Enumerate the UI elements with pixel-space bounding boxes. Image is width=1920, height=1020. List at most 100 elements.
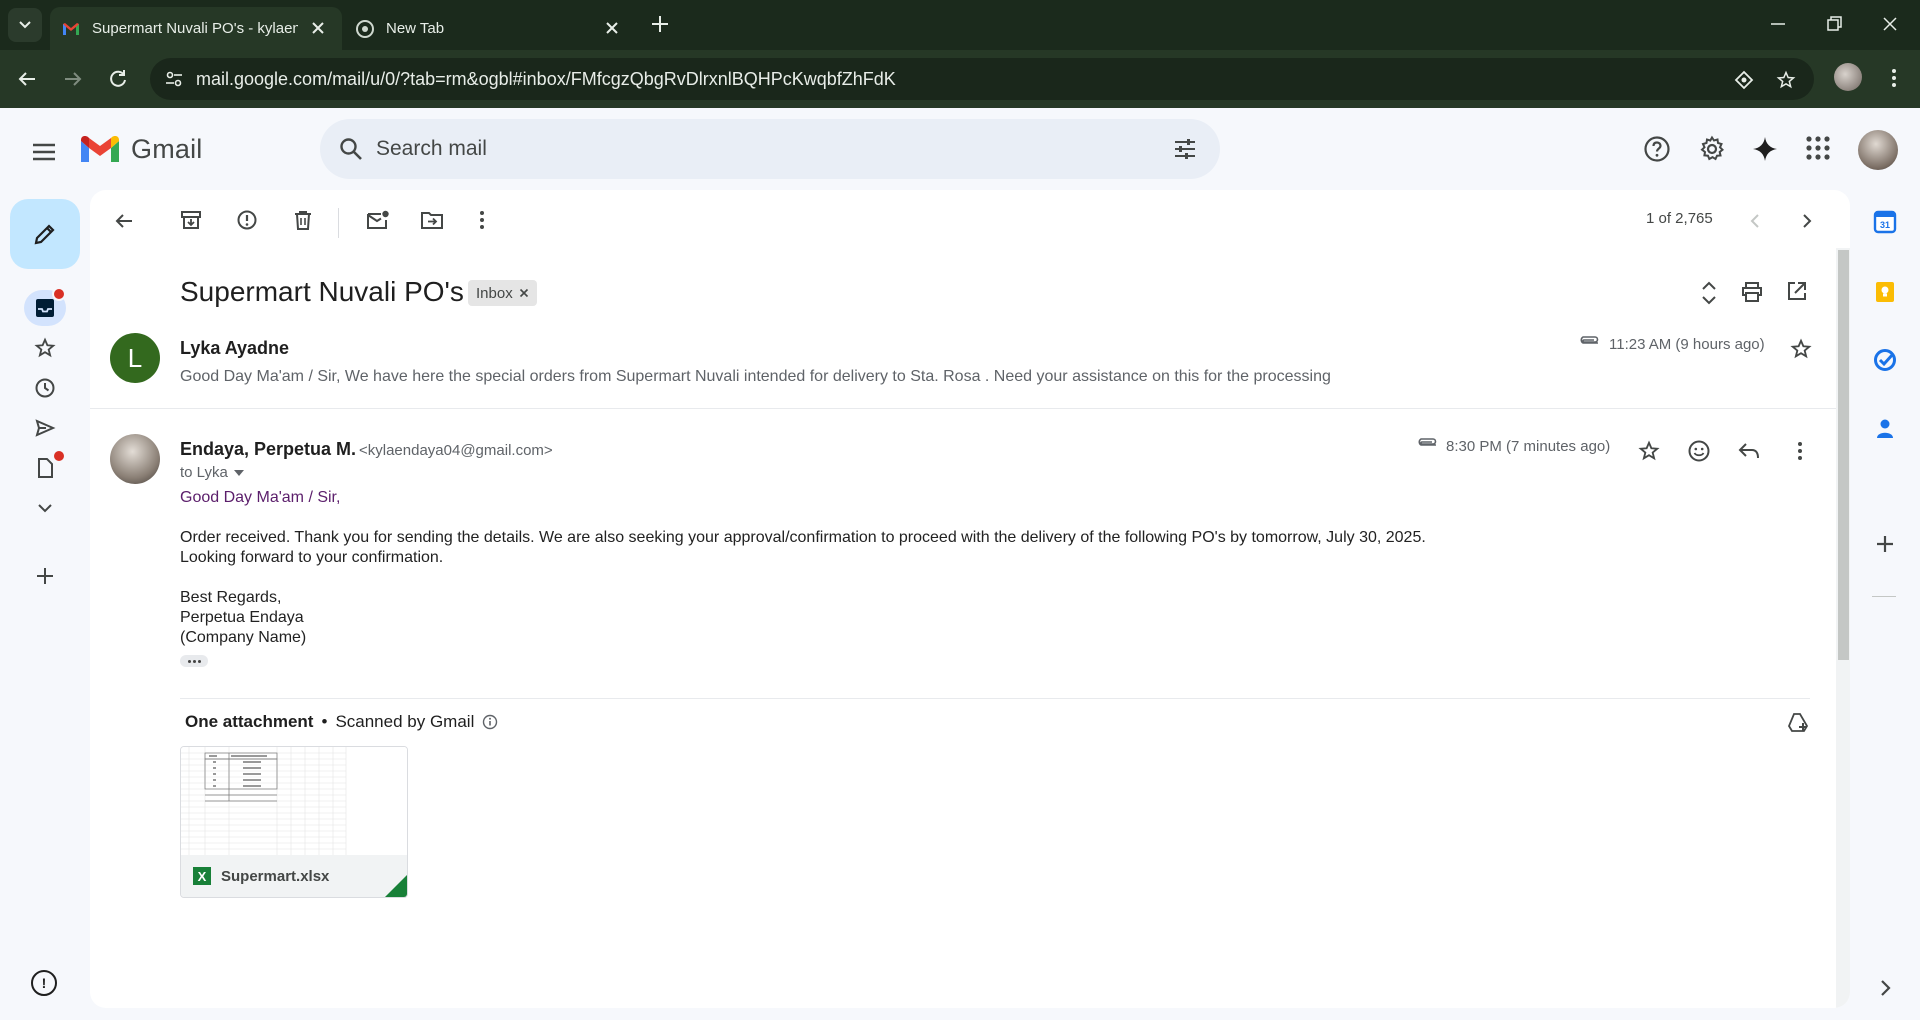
contacts-person-icon <box>1877 419 1893 438</box>
nav-snoozed[interactable] <box>24 370 66 406</box>
nav-sent[interactable] <box>24 410 66 446</box>
google-calendar-icon[interactable]: 31 <box>1873 210 1897 234</box>
sender-email: <kylaendaya04@gmail.com> <box>359 442 553 459</box>
delete-trash-icon[interactable] <box>292 209 314 231</box>
show-side-panel-button[interactable] <box>1873 976 1897 1000</box>
reply-icon[interactable] <box>1738 441 1760 461</box>
help-icon[interactable] <box>1643 135 1671 163</box>
message-sender[interactable]: Lyka Ayadne <box>180 338 289 359</box>
compose-button[interactable] <box>10 199 80 269</box>
inbox-notification-dot <box>52 287 66 301</box>
lens-icon[interactable] <box>1734 70 1754 90</box>
recipients-text: to Lyka <box>180 464 228 481</box>
nav-create-label[interactable] <box>24 558 66 594</box>
close-icon[interactable] <box>308 18 328 38</box>
browser-tab-gmail[interactable]: Supermart Nuvali PO's - kylaendaya04@gma… <box>50 7 342 50</box>
body-signoff: (Company Name) <box>180 629 307 646</box>
inbox-label-chip[interactable]: Inbox <box>468 280 537 306</box>
info-icon[interactable] <box>482 714 498 730</box>
gmail-logo[interactable]: Gmail <box>81 134 203 165</box>
site-settings-icon[interactable] <box>164 69 184 89</box>
body-paragraph: Looking forward to your confirmation. <box>180 549 444 566</box>
attachments-divider <box>180 698 1810 699</box>
window-close-icon[interactable] <box>1878 12 1902 36</box>
show-trimmed-content-button[interactable] <box>180 655 208 667</box>
recipients-toggle[interactable]: to Lyka <box>180 464 244 481</box>
reload-icon[interactable] <box>106 67 130 91</box>
expand-all-icon[interactable] <box>1698 280 1720 306</box>
attachment-paperclip-icon <box>1418 438 1437 446</box>
move-to-folder-icon[interactable] <box>420 209 444 231</box>
sender-avatar[interactable]: L <box>110 333 160 383</box>
settings-gear-icon[interactable] <box>1698 135 1726 163</box>
label-chip-text: Inbox <box>476 284 513 302</box>
main-menu-icon[interactable] <box>30 138 58 166</box>
back-arrow-icon[interactable] <box>15 67 39 91</box>
google-tasks-icon[interactable] <box>1873 348 1897 372</box>
search-icon[interactable] <box>338 136 364 162</box>
gmail-wordmark: Gmail <box>131 134 203 164</box>
side-panel-divider <box>1872 596 1896 597</box>
more-vert-icon[interactable] <box>1884 68 1904 88</box>
remove-label-x-icon[interactable] <box>519 288 529 298</box>
scrollbar-thumb[interactable] <box>1838 250 1849 660</box>
open-in-new-window-icon[interactable] <box>1786 280 1808 302</box>
gemini-sparkle-icon[interactable] <box>1751 135 1779 163</box>
chevron-down-icon <box>19 21 31 29</box>
scanned-label: Scanned by Gmail <box>335 712 475 731</box>
close-icon[interactable] <box>602 18 622 38</box>
attachment-count: One attachment <box>185 712 314 731</box>
support-info-icon[interactable]: ! <box>31 970 57 996</box>
bookmark-star-icon[interactable] <box>1776 70 1796 90</box>
nav-starred[interactable] <box>24 330 66 366</box>
message-snippet[interactable]: Good Day Ma'am / Sir, We have here the s… <box>180 368 1331 386</box>
new-tab-plus-icon[interactable] <box>648 12 672 36</box>
address-bar[interactable]: mail.google.com/mail/u/0/?tab=rm&ogbl#in… <box>150 58 1814 100</box>
forward-arrow-icon[interactable] <box>61 67 85 91</box>
star-icon <box>34 337 56 358</box>
restore-icon[interactable] <box>1822 12 1846 36</box>
minimize-icon[interactable] <box>1766 12 1790 36</box>
browser-profile-avatar[interactable] <box>1834 63 1862 91</box>
account-avatar[interactable] <box>1858 130 1898 170</box>
search-input[interactable] <box>374 133 1138 165</box>
more-vert-icon[interactable] <box>1790 440 1810 462</box>
add-to-drive-icon[interactable] <box>1786 712 1810 734</box>
tab-search-button[interactable] <box>8 8 42 42</box>
nav-drafts[interactable] <box>24 449 66 486</box>
thread-subject: Supermart Nuvali PO's <box>180 276 464 307</box>
browser-toolbar: mail.google.com/mail/u/0/?tab=rm&ogbl#in… <box>0 50 1920 108</box>
newer-chevron-left-icon[interactable] <box>1746 211 1766 231</box>
google-contacts-icon[interactable] <box>1873 416 1897 440</box>
search-options-icon[interactable] <box>1172 136 1198 162</box>
apps-grid-icon[interactable] <box>1805 135 1831 161</box>
archive-icon[interactable] <box>180 209 202 231</box>
browser-tab-bar: Supermart Nuvali PO's - kylaendaya04@gma… <box>0 0 1920 50</box>
report-spam-icon[interactable] <box>236 209 258 231</box>
google-keep-icon[interactable] <box>1873 280 1897 304</box>
gmail-app: Gmail ! <box>0 108 1920 1020</box>
chevron-down-icon <box>38 504 52 513</box>
body-signoff: Perpetua Endaya <box>180 609 304 626</box>
toolbar-divider <box>338 208 339 238</box>
attachment-file-name: Supermart.xlsx <box>221 867 330 885</box>
browser-tab-new-tab[interactable]: New Tab <box>344 7 636 50</box>
nav-more[interactable] <box>24 490 66 526</box>
older-chevron-right-icon[interactable] <box>1796 211 1816 231</box>
mark-unread-icon[interactable] <box>366 209 390 231</box>
more-vert-icon[interactable] <box>472 209 492 231</box>
caret-down-icon <box>233 469 244 476</box>
address-url: mail.google.com/mail/u/0/?tab=rm&ogbl#in… <box>196 69 896 89</box>
emoji-react-icon[interactable] <box>1687 439 1711 463</box>
sender-avatar[interactable] <box>110 434 160 484</box>
inbox-icon <box>36 299 54 317</box>
star-icon[interactable] <box>1638 440 1660 462</box>
search-bar[interactable] <box>320 119 1220 179</box>
nav-inbox[interactable] <box>24 287 66 326</box>
star-icon[interactable] <box>1790 338 1812 360</box>
message-sender[interactable]: Endaya, Perpetua M. <box>180 439 356 460</box>
back-to-inbox-icon[interactable] <box>112 209 136 233</box>
print-icon[interactable] <box>1740 280 1764 304</box>
attachment-card[interactable]: X Supermart.xlsx <box>180 746 408 898</box>
get-addons-button[interactable] <box>1873 532 1897 556</box>
